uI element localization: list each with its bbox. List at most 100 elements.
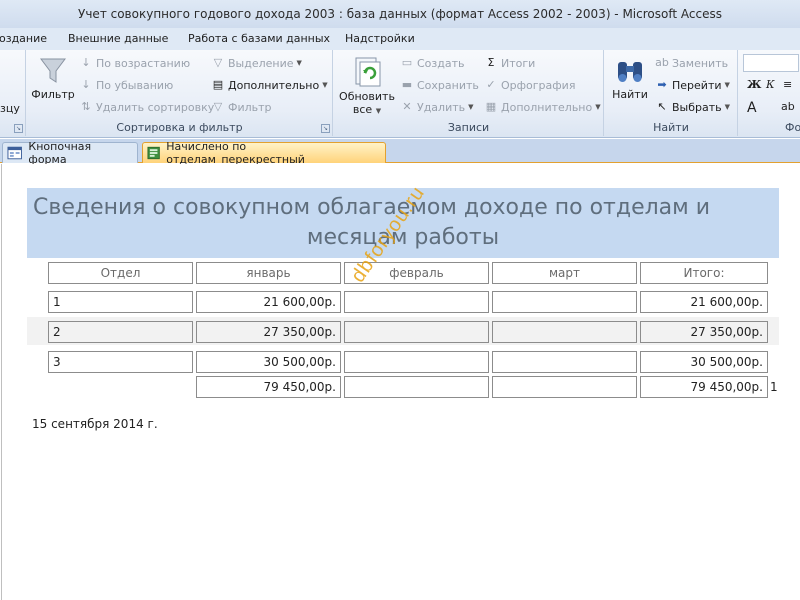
tab-switchboard[interactable]: Кнопочная форма (2, 140, 138, 166)
total-january: 79 450,00р. (196, 376, 341, 398)
header-january: январь (196, 262, 341, 284)
totals-button[interactable]: Σ Итоги (484, 56, 536, 70)
delete-icon: ✕ (402, 100, 412, 113)
align-button[interactable]: ≡ (783, 78, 792, 91)
refresh-all-label-line2: все (352, 103, 373, 116)
toggle-filter-button[interactable]: ▽ Фильтр (211, 100, 272, 114)
remove-sort-button[interactable]: ⇅ Удалить сортировку (79, 100, 214, 114)
cell-march (492, 291, 637, 313)
new-record-icon: ▭ (401, 56, 413, 69)
cell-total: 27 350,00р. (640, 321, 768, 343)
ribbon-group-sort-filter: Фильтр ↓ По возрастанию ↓ По убыванию ⇅ … (27, 50, 333, 136)
totals-label: Итоги (501, 56, 536, 70)
replace-button[interactable]: ab Заменить (655, 56, 728, 70)
sort-ascending-label: По возрастанию (96, 56, 191, 70)
ribbon-group-partial-left: зцу ↘ (0, 50, 26, 136)
cell-total: 30 500,00р. (640, 351, 768, 373)
selection-label: Выделение (228, 56, 294, 70)
filter-label: Фильтр (31, 88, 75, 101)
group-launcher-icon[interactable]: ↘ (321, 124, 330, 133)
partial-left-label: зцу (0, 102, 20, 115)
cell-dept: 3 (48, 351, 193, 373)
header-total: Итого: (640, 262, 768, 284)
more-records-label: Дополнительно (501, 100, 593, 114)
table-row: 2 27 350,00р. 27 350,00р. (27, 317, 779, 345)
remove-sort-label: Удалить сортировку (96, 100, 215, 114)
sigma-icon: Σ (487, 56, 495, 69)
filter-button[interactable]: Фильтр (31, 56, 75, 101)
form-icon (7, 146, 22, 160)
header-dept: Отдел (48, 262, 193, 284)
find-button[interactable]: Найти (609, 56, 651, 101)
binoculars-icon (618, 62, 642, 82)
goto-label: Перейти (672, 78, 722, 92)
cell-february (344, 351, 489, 373)
sort-ascending-button[interactable]: ↓ По возрастанию (79, 56, 190, 70)
font-color-button[interactable]: A (747, 100, 757, 116)
cell-march (492, 351, 637, 373)
chevron-down-icon: ▼ (296, 59, 302, 67)
sort-descending-label: По убыванию (96, 78, 174, 92)
tab-external-data[interactable]: Внешние данные (68, 32, 168, 45)
select-button[interactable]: ↖ Выбрать ▼ (655, 100, 730, 114)
find-group-label: Найти (653, 121, 689, 134)
italic-button[interactable]: К (766, 78, 775, 91)
cell-january: 30 500,00р. (196, 351, 341, 373)
selection-button[interactable]: ▽ Выделение ▼ (211, 56, 302, 70)
total-march (492, 376, 637, 398)
ribbon-group-find: Найти ab Заменить ➡ Перейти ▼ ↖ Выбрать … (605, 50, 738, 136)
tab-addins[interactable]: Надстройки (345, 32, 415, 45)
sort-asc-icon: ↓ (81, 56, 91, 69)
save-record-button[interactable]: ▬ Сохранить (400, 78, 479, 92)
document-tab-bar: Кнопочная форма Начислено по отделам_пер… (0, 139, 800, 166)
ribbon-group-format-partial: Ж К ≡ A ab Фо (739, 50, 800, 136)
chevron-down-icon: ▼ (322, 81, 328, 89)
funnel-icon (40, 58, 66, 83)
remove-sort-icon: ⇅ (81, 100, 91, 113)
grid-icon: ▦ (485, 100, 497, 113)
window-title-bar: Учет совокупного годового дохода 2003 : … (0, 0, 800, 28)
ribbon: зцу ↘ Фильтр ↓ По возрастанию ↓ По убыва… (0, 50, 800, 138)
refresh-all-button[interactable]: Обновить все ▼ (338, 56, 396, 116)
font-name-combo[interactable] (743, 54, 799, 72)
spelling-button[interactable]: ✓ Орфография (484, 78, 575, 92)
find-label: Найти (612, 88, 648, 101)
cell-january: 27 350,00р. (196, 321, 341, 343)
cell-february (344, 291, 489, 313)
select-label: Выбрать (672, 100, 722, 114)
sort-filter-group-label: Сортировка и фильтр (116, 121, 243, 134)
tab-crosstab-report[interactable]: Начислено по отделам_перекрестный (142, 140, 386, 166)
toggle-filter-label: Фильтр (228, 100, 272, 114)
more-records-button[interactable]: ▦ Дополнительно ▼ (484, 100, 601, 114)
cell-january: 21 600,00р. (196, 291, 341, 313)
advanced-filter-icon: ▤ (212, 78, 224, 91)
report-icon (147, 146, 160, 160)
records-group-label: Записи (447, 121, 490, 134)
sort-descending-button[interactable]: ↓ По убыванию (79, 78, 173, 92)
chevron-down-icon: ▼ (724, 103, 731, 111)
sort-desc-icon: ↓ (81, 78, 91, 91)
cell-february (344, 321, 489, 343)
format-group-label: Фо (785, 121, 800, 134)
highlight-button[interactable]: ab (781, 100, 795, 113)
new-record-label: Создать (417, 56, 465, 70)
tab-switchboard-label: Кнопочная форма (28, 140, 92, 166)
advanced-filter-button[interactable]: ▤ Дополнительно ▼ (211, 78, 328, 92)
total-grand: 79 450,00р. (640, 376, 768, 398)
save-icon: ▬ (401, 78, 413, 91)
page-number: 1 (770, 380, 778, 394)
replace-label: Заменить (672, 56, 729, 70)
refresh-all-label-line1: Обновить (339, 90, 395, 103)
chevron-down-icon: ▼ (375, 107, 382, 115)
new-record-button[interactable]: ▭ Создать (400, 56, 465, 70)
header-march: март (492, 262, 637, 284)
cursor-icon: ↖ (657, 100, 667, 113)
window-title: Учет совокупного годового дохода 2003 : … (78, 7, 722, 21)
group-launcher-icon[interactable]: ↘ (14, 124, 23, 133)
tab-database-tools[interactable]: Работа с базами данных (188, 32, 330, 45)
goto-button[interactable]: ➡ Перейти ▼ (655, 78, 730, 92)
tab-create[interactable]: оздание (0, 32, 47, 45)
delete-record-button[interactable]: ✕ Удалить ▼ (400, 100, 473, 114)
cell-march (492, 321, 637, 343)
bold-button[interactable]: Ж (747, 78, 761, 91)
